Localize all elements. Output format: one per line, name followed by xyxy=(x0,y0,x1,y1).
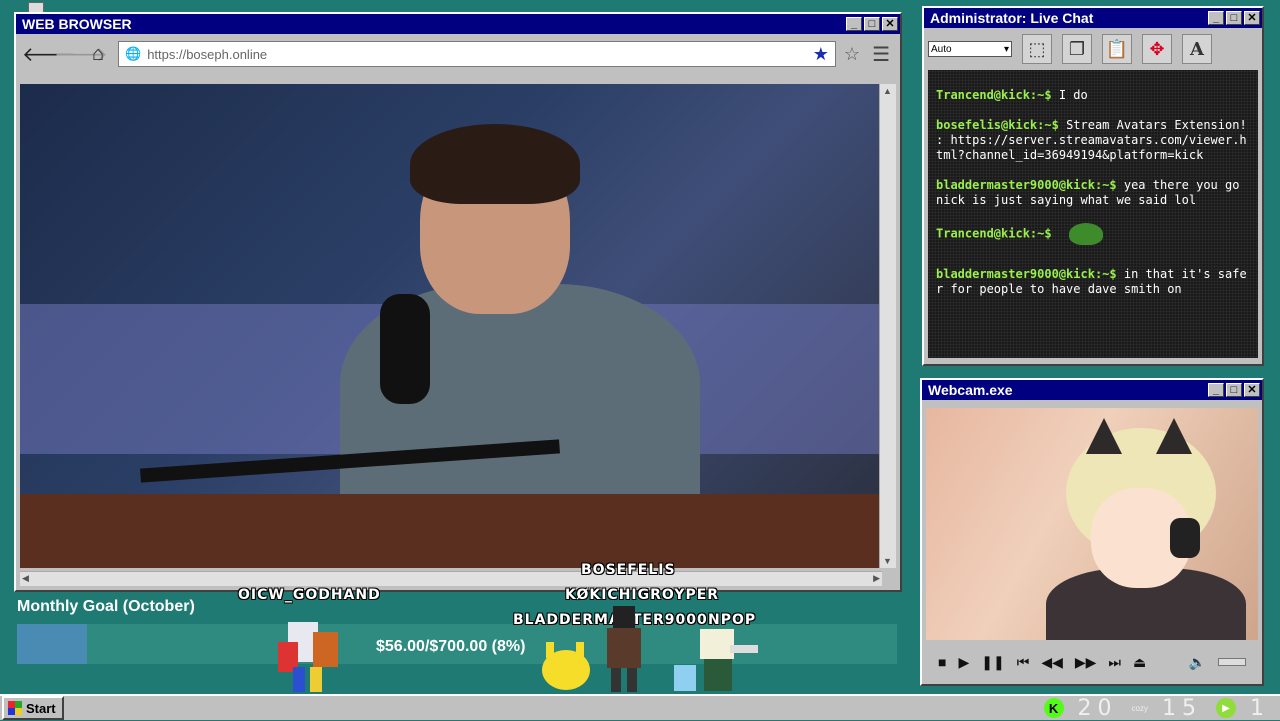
volume-icon[interactable]: 🔈 xyxy=(1189,654,1206,671)
play-icon[interactable]: ▶ xyxy=(958,654,969,671)
scroll-right-icon[interactable]: ▶ xyxy=(873,573,880,584)
chat-text: I do xyxy=(1058,88,1088,102)
goal-label: Monthly Goal (October) xyxy=(17,598,195,615)
cozy-label: cozy xyxy=(1131,703,1148,713)
video-person-hair xyxy=(410,124,580,204)
browser-navbar: 🡐 🡒 ⌂ 🌐 https://boseph.online ★ ☆ ☰ xyxy=(16,34,900,74)
microphone xyxy=(380,294,430,404)
address-bar[interactable]: 🌐 https://boseph.online ★ xyxy=(118,41,836,67)
close-button[interactable]: ✕ xyxy=(882,17,898,31)
chat-username: bladdermaster9000@kick:~$ xyxy=(936,267,1117,281)
media-controls: ■ ▶ ❚❚ ⏮ ◀◀ ▶▶ ⏭ ⏏ 🔈 xyxy=(926,644,1258,680)
webcam-window: Webcam.exe _ □ ✕ ■ ▶ ❚❚ ⏮ ◀◀ ▶▶ ⏭ ⏏ 🔈 xyxy=(920,378,1264,686)
close-button[interactable]: ✕ xyxy=(1244,383,1260,397)
globe-icon: 🌐 xyxy=(125,46,142,61)
webcam-titlebar[interactable]: Webcam.exe _ □ ✕ xyxy=(922,380,1262,400)
webcam-view xyxy=(926,408,1258,640)
follower-count: 15 xyxy=(1162,695,1202,721)
url-text: https://boseph.online xyxy=(147,46,268,62)
stop-icon[interactable]: ■ xyxy=(938,654,946,670)
skip-back-icon[interactable]: ⏮ xyxy=(1017,654,1030,671)
zoom-value: Auto xyxy=(931,43,952,55)
system-tray: K 20 cozy 15 ▶ 1 xyxy=(1043,695,1270,721)
browser-window: WEB BROWSER _ □ ✕ 🡐 🡒 ⌂ 🌐 https://boseph… xyxy=(14,12,902,592)
chat-message: bladdermaster9000@kick:~$ yea there you … xyxy=(936,178,1250,208)
start-button[interactable]: Start xyxy=(2,696,64,720)
close-button[interactable]: ✕ xyxy=(1244,11,1260,25)
webcam-title: Webcam.exe xyxy=(928,382,1013,398)
cat-ear-left xyxy=(1086,418,1122,454)
headset-icon xyxy=(1170,518,1200,558)
scroll-down-icon[interactable]: ▼ xyxy=(883,556,892,566)
chat-username: Trancend@kick:~$ xyxy=(936,88,1052,102)
fast-forward-icon[interactable]: ▶▶ xyxy=(1075,654,1097,671)
select-icon[interactable]: ⬚ xyxy=(1022,34,1052,64)
pause-icon[interactable]: ❚❚ xyxy=(981,654,1004,671)
windows-logo-icon xyxy=(8,701,22,715)
chevron-down-icon: ▾ xyxy=(1003,43,1009,55)
copy-icon[interactable]: ❐ xyxy=(1062,34,1092,64)
chat-title: Administrator: Live Chat xyxy=(930,10,1094,26)
volume-slider[interactable] xyxy=(1218,658,1246,666)
maximize-button[interactable]: □ xyxy=(864,17,880,31)
scroll-up-icon[interactable]: ▲ xyxy=(883,86,892,96)
avatar-name: BOSEFELIS xyxy=(581,562,676,578)
avatar-sprite xyxy=(674,629,758,691)
browser-title: WEB BROWSER xyxy=(22,16,132,32)
rumble-icon: ▶ xyxy=(1216,698,1236,718)
kick-icon: K xyxy=(1043,698,1064,718)
minimize-button[interactable]: _ xyxy=(1208,383,1224,397)
home-icon[interactable]: ⌂ xyxy=(86,43,110,66)
fullscreen-icon[interactable]: ✥ xyxy=(1142,34,1172,64)
skip-forward-icon[interactable]: ⏭ xyxy=(1108,654,1121,671)
paste-icon[interactable]: 📋 xyxy=(1102,34,1132,64)
chat-toolbar: Auto ▾ ⬚ ❐ 📋 ✥ A xyxy=(924,28,1262,70)
chat-username: bosefelis@kick:~$ xyxy=(936,118,1059,132)
eject-icon[interactable]: ⏏ xyxy=(1133,654,1146,671)
chat-username: bladdermaster9000@kick:~$ xyxy=(936,178,1117,192)
forward-arrow-icon[interactable]: 🡒 xyxy=(54,42,108,67)
goal-progress-fill xyxy=(17,624,88,664)
chat-messages[interactable]: Trancend@kick:~$ I do bosefelis@kick:~$ … xyxy=(928,70,1258,358)
scroll-left-icon[interactable]: ◀ xyxy=(22,573,29,584)
maximize-button[interactable]: □ xyxy=(1226,383,1242,397)
pepe-emote-icon xyxy=(1068,223,1103,245)
avatar-sprite xyxy=(278,622,338,692)
start-label: Start xyxy=(26,700,56,716)
rewind-icon[interactable]: ◀◀ xyxy=(1041,654,1063,671)
chat-username: Trancend@kick:~$ xyxy=(936,226,1052,241)
favorites-star-icon[interactable]: ☆ xyxy=(844,44,860,65)
goal-amount: $56.00/$700.00 (8%) xyxy=(376,638,526,655)
rumble-count: 1 xyxy=(1250,695,1270,721)
back-arrow-icon[interactable]: 🡐 xyxy=(22,42,76,67)
maximize-button[interactable]: □ xyxy=(1226,11,1242,25)
chat-message: Trancend@kick:~$ I do xyxy=(936,88,1250,103)
browser-titlebar[interactable]: WEB BROWSER _ □ ✕ xyxy=(16,14,900,34)
viewer-count: 20 xyxy=(1077,695,1118,721)
taskbar: Start K 20 cozy 15 ▶ 1 xyxy=(0,694,1280,721)
horizontal-scrollbar[interactable]: ◀ ▶ xyxy=(20,571,882,586)
font-icon[interactable]: A xyxy=(1182,34,1212,64)
chat-titlebar[interactable]: Administrator: Live Chat _ □ ✕ xyxy=(924,8,1262,28)
video-viewport[interactable] xyxy=(20,84,882,568)
bookmark-star-icon[interactable]: ★ xyxy=(813,44,829,65)
minimize-button[interactable]: _ xyxy=(846,17,862,31)
chat-message: bosefelis@kick:~$ Stream Avatars Extensi… xyxy=(936,118,1250,163)
vertical-scrollbar[interactable]: ▲ ▼ xyxy=(879,84,896,568)
cat-ear-right xyxy=(1156,418,1192,454)
minimize-button[interactable]: _ xyxy=(1208,11,1224,25)
avatar-sprite xyxy=(607,606,641,692)
chat-message: bladdermaster9000@kick:~$ in that it's s… xyxy=(936,267,1250,297)
menu-icon[interactable]: ☰ xyxy=(868,42,894,67)
avatar-name: OICW_GODHAND xyxy=(238,587,381,603)
zoom-select[interactable]: Auto ▾ xyxy=(928,41,1012,57)
avatar-sprite xyxy=(542,642,590,690)
live-chat-window: Administrator: Live Chat _ □ ✕ Auto ▾ ⬚ … xyxy=(922,6,1264,366)
video-table xyxy=(20,494,882,568)
chat-message: Trancend@kick:~$ xyxy=(936,223,1250,245)
